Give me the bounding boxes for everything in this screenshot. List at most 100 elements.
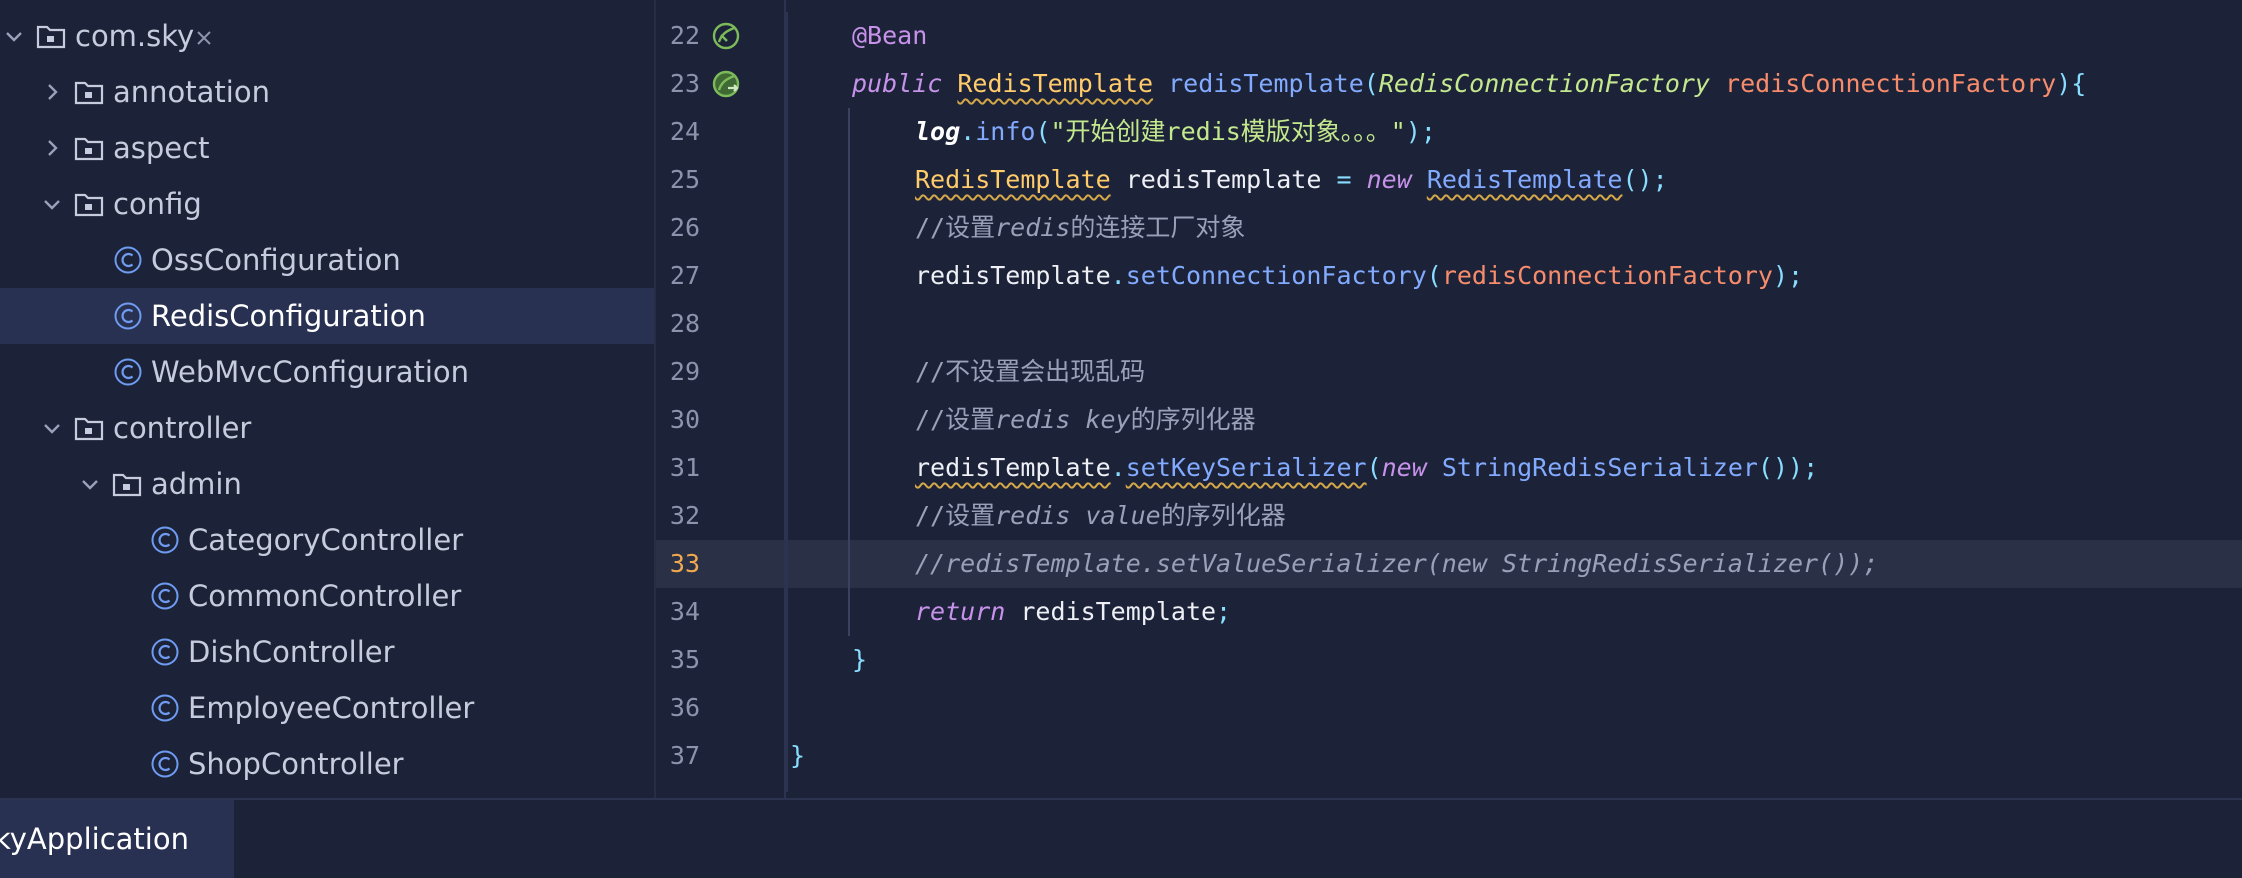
- folder-icon: [36, 25, 66, 49]
- line-number[interactable]: 35: [656, 636, 700, 684]
- code-line-33[interactable]: //redisTemplate.setValueSerializer(new S…: [915, 540, 1878, 588]
- bean-method-icon[interactable]: [710, 68, 742, 100]
- punct-token: .: [1110, 261, 1126, 290]
- punct-token: );: [1772, 261, 1804, 290]
- class-icon: [151, 582, 179, 610]
- line-number[interactable]: 31: [656, 444, 700, 492]
- line-number[interactable]: 22: [656, 12, 700, 60]
- line-number[interactable]: 34: [656, 588, 700, 636]
- chevron-right-icon[interactable]: [38, 78, 66, 106]
- tree-item-admin[interactable]: admin: [0, 456, 654, 512]
- line-number[interactable]: 32: [656, 492, 700, 540]
- method-call-token: setConnectionFactory: [1125, 261, 1427, 290]
- comment-token: 的序列化器: [1130, 405, 1256, 434]
- line-number[interactable]: 27: [656, 252, 700, 300]
- run-tab-label: kyApplication: [0, 822, 189, 856]
- comment-token: //redisTemplate.setValueSerializer(new S…: [915, 549, 1879, 578]
- code-line-34[interactable]: return redisTemplate;: [915, 588, 1231, 636]
- tree-item-label: DishController: [188, 635, 395, 669]
- code-line-30[interactable]: //设置redis key的序列化器: [915, 396, 1256, 444]
- punct-token: (: [1426, 261, 1442, 290]
- code-line-27[interactable]: redisTemplate.setConnectionFactory(redis…: [915, 252, 1803, 300]
- code-line-23[interactable]: public RedisTemplate redisTemplate(Redis…: [852, 60, 2086, 108]
- log-token: log: [915, 117, 961, 146]
- comment-token: 的连接工厂对象: [1070, 213, 1246, 242]
- keyword-token: new: [1366, 165, 1412, 194]
- tree-item-common-controller[interactable]: CommonController: [0, 568, 654, 624]
- tree-item-label: EmployeeController: [188, 691, 475, 725]
- folder-icon: [74, 193, 104, 217]
- folder-icon: [74, 137, 104, 161]
- tree-item-label: aspect: [113, 131, 210, 165]
- tree-item-redis-configuration[interactable]: RedisConfiguration: [0, 288, 654, 344]
- tree-item-category-controller[interactable]: CategoryController: [0, 512, 654, 568]
- variable-token: redisTemplate: [915, 261, 1111, 290]
- line-number[interactable]: 30: [656, 396, 700, 444]
- class-icon: [114, 302, 142, 330]
- code-line-35[interactable]: }: [852, 636, 867, 684]
- tree-item-label: CategoryController: [188, 523, 464, 557]
- line-number[interactable]: 24: [656, 108, 700, 156]
- tree-item-label: OssConfiguration: [151, 243, 401, 277]
- code-line-22[interactable]: @Bean: [852, 12, 927, 60]
- bean-icon[interactable]: [710, 20, 742, 52]
- tree-item-oss-configuration[interactable]: OssConfiguration: [0, 232, 654, 288]
- code-line-37[interactable]: }: [790, 732, 805, 780]
- tree-item-controller[interactable]: controller: [0, 400, 654, 456]
- chevron-down-icon[interactable]: [0, 22, 28, 50]
- variable-token: redisTemplate: [1020, 597, 1217, 626]
- tree-item-employee-controller[interactable]: EmployeeController: [0, 680, 654, 736]
- code-line-26[interactable]: //设置redis的连接工厂对象: [915, 204, 1245, 252]
- class-icon: [151, 526, 179, 554]
- brace-token: }: [790, 741, 806, 770]
- tree-item-label: WebMvcConfiguration: [151, 355, 470, 389]
- punct-token: ());: [1757, 453, 1819, 482]
- method-call-token: info: [975, 117, 1036, 146]
- variable-token: redisTemplate: [915, 453, 1111, 482]
- chevron-down-icon[interactable]: [38, 414, 66, 442]
- line-number[interactable]: 36: [656, 684, 700, 732]
- punct-token: ();: [1622, 165, 1668, 194]
- code-line-24[interactable]: log.info("开始创建redis模版对象。。。");: [915, 108, 1436, 156]
- tree-item-webmvc-configuration[interactable]: WebMvcConfiguration: [0, 344, 654, 400]
- line-number[interactable]: 37: [656, 732, 700, 780]
- line-number[interactable]: 26: [656, 204, 700, 252]
- comment-token: //设置: [915, 213, 996, 242]
- keyword-token: new: [1381, 453, 1427, 482]
- folder-icon: [74, 81, 104, 105]
- class-icon: [114, 358, 142, 386]
- chevron-right-icon[interactable]: [38, 134, 66, 162]
- class-icon: [151, 638, 179, 666]
- class-icon: [151, 750, 179, 778]
- tree-item-com-sky[interactable]: com.sky: [0, 8, 630, 64]
- indent-guide: [786, 12, 788, 792]
- tree-item-config[interactable]: config: [0, 176, 654, 232]
- code-line-31[interactable]: redisTemplate.setKeySerializer(new Strin…: [915, 444, 1818, 492]
- keyword-token: public: [852, 69, 943, 98]
- line-number-current[interactable]: 33: [656, 540, 700, 588]
- line-number[interactable]: 25: [656, 156, 700, 204]
- param-token: redisConnectionFactory: [1441, 261, 1773, 290]
- line-number[interactable]: 23: [656, 60, 700, 108]
- close-icon[interactable]: [194, 28, 214, 48]
- folder-icon: [74, 417, 104, 441]
- tree-item-shop-controller[interactable]: ShopController: [0, 736, 654, 792]
- punct-token: .: [960, 117, 976, 146]
- code-line-32[interactable]: //设置redis value的序列化器: [915, 492, 1286, 540]
- code-line-29[interactable]: //不设置会出现乱码: [915, 348, 1145, 396]
- chevron-down-icon[interactable]: [76, 470, 104, 498]
- code-line-25[interactable]: RedisTemplate redisTemplate = new RedisT…: [915, 156, 1668, 204]
- string-token: "开始创建redis模版对象。。。": [1050, 117, 1406, 146]
- bottom-tool-bar: [0, 800, 2242, 878]
- tree-item-label: config: [113, 187, 202, 221]
- tree-item-label: controller: [113, 411, 252, 445]
- line-number[interactable]: 28: [656, 300, 700, 348]
- comment-token: //设置: [915, 405, 996, 434]
- line-number[interactable]: 29: [656, 348, 700, 396]
- chevron-down-icon[interactable]: [38, 190, 66, 218]
- run-configuration-tab[interactable]: kyApplication: [0, 800, 234, 878]
- tree-item-annotation[interactable]: annotation: [0, 64, 654, 120]
- tree-item-dish-controller[interactable]: DishController: [0, 624, 654, 680]
- type-token: RedisTemplate: [915, 165, 1111, 194]
- tree-item-aspect[interactable]: aspect: [0, 120, 654, 176]
